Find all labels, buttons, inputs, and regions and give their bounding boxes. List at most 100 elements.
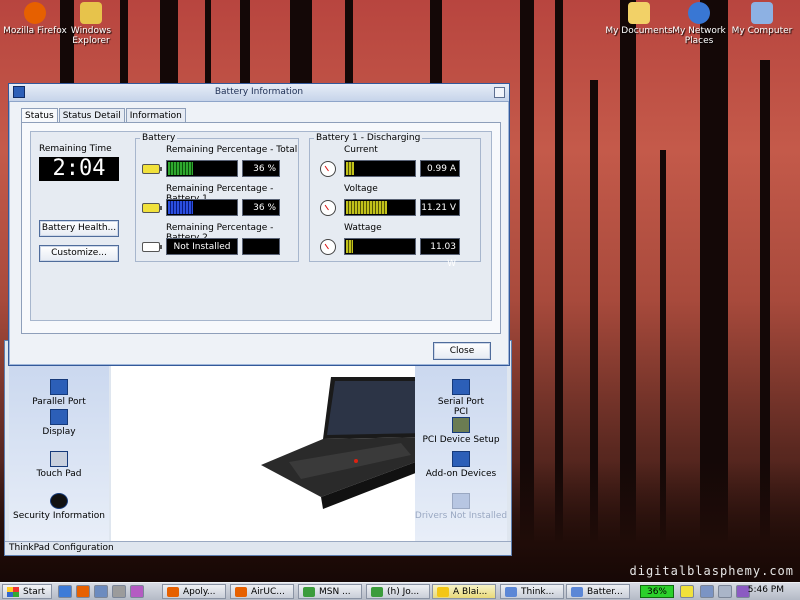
tray-volume-icon[interactable] — [718, 585, 732, 598]
status-content: Remaining Time 2:04 Battery Health... Cu… — [30, 131, 492, 321]
quicklaunch-settings-icon[interactable] — [112, 585, 126, 598]
tab-information[interactable]: Information — [125, 108, 186, 123]
wattage-value: 11.03 W — [420, 238, 460, 269]
discharging-group: Battery 1 - Discharging Current 0.99 A V… — [309, 133, 481, 269]
security-information-item[interactable]: Security Information — [9, 493, 109, 521]
task-msn[interactable]: MSN ... — [298, 584, 362, 599]
taskbar-clock: 5:46 PM — [747, 585, 784, 595]
serial-port-icon — [452, 379, 470, 395]
total-percentage-value: 36 % — [242, 160, 280, 177]
window-title: Battery Information — [214, 87, 304, 97]
thinkpad-config-window[interactable]: Parallel Port Display Touch Pad Security… — [4, 340, 512, 556]
voltage-value: 11.21 V — [420, 199, 460, 216]
desktop-icon-label: Windows Explorer — [70, 26, 112, 46]
customize-button[interactable]: Customize... — [39, 245, 119, 262]
voltage-bar — [344, 199, 416, 216]
desktop-icon-label: My Network Places — [672, 26, 726, 46]
quicklaunch-firefox-icon[interactable] — [76, 585, 90, 598]
computer-icon — [751, 2, 773, 24]
task-jo[interactable]: (h) Jo... — [366, 584, 430, 599]
folder-icon — [80, 2, 102, 24]
add-on-devices-icon — [452, 451, 470, 467]
thinkpad-right-panel: Serial Port PCI PCI Device Setup Add-on … — [415, 349, 507, 541]
total-label: Remaining Percentage - Total — [166, 145, 298, 155]
battery1-percentage-value: 36 % — [242, 199, 280, 216]
tray-battery-icon[interactable] — [680, 585, 694, 598]
tray-network-icon[interactable] — [700, 585, 714, 598]
battery-icon — [571, 587, 583, 597]
voltage-label: Voltage — [344, 184, 378, 194]
quicklaunch-ie-icon[interactable] — [58, 585, 72, 598]
add-on-devices-item[interactable]: Add-on Devices — [411, 451, 511, 479]
pci-device-setup-item[interactable]: PCI PCI Device Setup — [411, 407, 511, 445]
battery1-percentage-bar — [166, 199, 238, 216]
globe-icon — [688, 2, 710, 24]
desktop-icon-my-network-places[interactable]: My Network Places — [664, 2, 734, 46]
total-percentage-fill — [168, 162, 194, 175]
wattage-gauge-icon — [320, 239, 336, 255]
status-tab-panel: Remaining Time 2:04 Battery Health... Cu… — [21, 122, 501, 334]
current-value: 0.99 A — [420, 160, 460, 177]
desktop-icon-my-computer[interactable]: My Computer — [727, 2, 797, 36]
task-think[interactable]: Think... — [500, 584, 564, 599]
wallpaper-watermark: digitalblasphemy.com — [629, 564, 794, 578]
voltage-fill — [346, 201, 387, 214]
touch-pad-icon — [50, 451, 68, 467]
maximize-button[interactable] — [494, 87, 505, 98]
wattage-fill — [346, 240, 353, 253]
wattage-label: Wattage — [344, 223, 382, 233]
battery1-icon — [142, 203, 162, 213]
start-button[interactable]: Start — [2, 584, 52, 599]
tray-battery-gauge[interactable]: 36% — [640, 585, 674, 598]
messenger-icon — [371, 587, 383, 597]
close-button[interactable]: Close — [433, 342, 491, 360]
remaining-time-display: 2:04 — [39, 157, 119, 181]
msn-icon — [303, 587, 315, 597]
battery-total-icon — [142, 164, 162, 174]
voltage-gauge-icon — [320, 200, 336, 216]
current-fill — [346, 162, 355, 175]
taskbar: Start Apoly... AirUC... MSN ... (h) Jo..… — [0, 582, 800, 600]
quicklaunch-tool-icon[interactable] — [94, 585, 108, 598]
parallel-port-item[interactable]: Parallel Port — [9, 379, 109, 407]
desktop-icon-windows-explorer[interactable]: Windows Explorer — [56, 2, 126, 46]
wattage-bar — [344, 238, 416, 255]
lightbulb-icon — [437, 587, 449, 597]
battery-health-button[interactable]: Battery Health... — [39, 220, 119, 237]
quicklaunch-media-icon[interactable] — [130, 585, 144, 598]
battery-information-window[interactable]: Battery Information Status Status Detail… — [8, 83, 510, 366]
tab-status-detail[interactable]: Status Detail — [58, 108, 125, 123]
firefox-icon — [167, 587, 179, 597]
task-airuc[interactable]: AirUC... — [230, 584, 294, 599]
total-percentage-bar — [166, 160, 238, 177]
display-icon — [50, 409, 68, 425]
task-batter[interactable]: Batter... — [566, 584, 630, 599]
tab-bar: Status Status Detail Information — [21, 108, 187, 124]
display-item[interactable]: Display — [9, 409, 109, 437]
thinkpad-left-panel: Parallel Port Display Touch Pad Security… — [9, 349, 109, 541]
firefox-icon — [235, 587, 247, 597]
pci-label: PCI — [453, 407, 469, 417]
remaining-time-label: Remaining Time — [39, 144, 112, 154]
thinkpad-image-area — [111, 349, 441, 541]
battery2-status-box: Not Installed — [166, 238, 238, 255]
lock-icon — [50, 493, 68, 509]
battery-group: Battery Remaining Percentage - Total 36 … — [135, 133, 299, 262]
pci-card-icon — [452, 417, 470, 433]
documents-folder-icon — [628, 2, 650, 24]
firefox-icon — [24, 2, 46, 24]
thinkpad-icon — [505, 587, 517, 597]
battery2-empty-icon — [142, 242, 162, 252]
current-label: Current — [344, 145, 378, 155]
serial-port-item[interactable]: Serial Port — [411, 379, 511, 407]
thinkpad-status-bar: ThinkPad Configuration — [5, 541, 511, 555]
drivers-icon — [452, 493, 470, 509]
current-bar — [344, 160, 416, 177]
task-apoly[interactable]: Apoly... — [162, 584, 226, 599]
battery-group-title: Battery — [140, 133, 178, 143]
task-a-blai[interactable]: A Blai... — [432, 584, 496, 599]
window-title-bar[interactable]: Battery Information — [9, 84, 509, 102]
touch-pad-item[interactable]: Touch Pad — [9, 451, 109, 479]
desktop-icon-label: My Computer — [731, 26, 793, 36]
battery2-value-box — [242, 238, 280, 255]
